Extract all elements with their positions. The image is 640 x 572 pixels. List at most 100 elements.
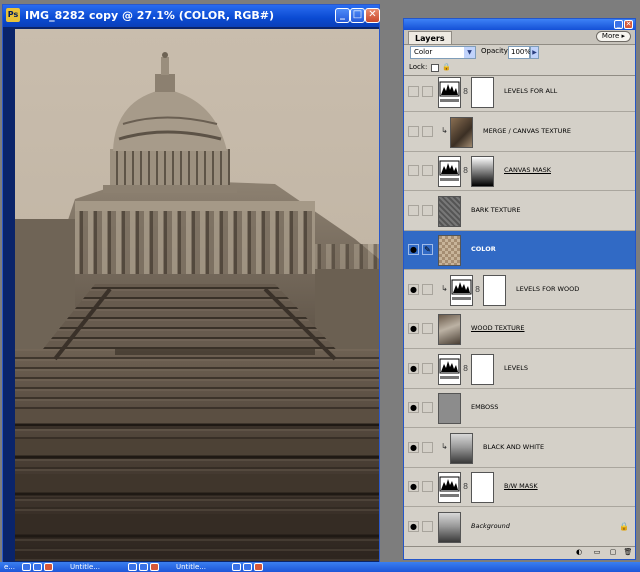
taskbar-item[interactable]: Untitle... — [172, 562, 210, 572]
layer-name[interactable]: LEVELS FOR WOOD — [516, 285, 579, 293]
eye-visibility-icon[interactable] — [408, 125, 419, 137]
taskbar-item[interactable]: Untitle... — [66, 562, 104, 572]
layer-name[interactable]: EMBOSS — [471, 403, 498, 411]
eye-visibility-icon[interactable]: ● — [408, 520, 419, 532]
layer-mask-thumbnail[interactable] — [471, 77, 494, 108]
link-cell[interactable] — [422, 125, 433, 137]
new-layer-icon[interactable]: ▢ — [608, 548, 618, 557]
layer-thumbnail[interactable] — [438, 393, 461, 424]
layer-name[interactable]: BARK TEXTURE — [471, 206, 521, 214]
maximize-button[interactable]: □ — [350, 8, 365, 23]
eye-visibility-icon[interactable]: ● — [408, 362, 419, 374]
link-cell[interactable] — [422, 402, 433, 413]
layer-row[interactable]: ● Background 🔒 — [404, 508, 635, 547]
chain-link-icon[interactable]: 8 — [463, 482, 468, 491]
taskbar-item[interactable]: e... — [0, 562, 19, 572]
link-cell[interactable] — [422, 323, 433, 334]
trash-icon[interactable]: 🗑 — [623, 548, 633, 557]
link-cell[interactable] — [422, 283, 433, 295]
levels-histogram-icon[interactable] — [450, 274, 473, 306]
levels-histogram-icon[interactable] — [438, 156, 461, 187]
taskbar-close-button[interactable] — [44, 563, 53, 571]
eye-visibility-icon[interactable]: ● — [408, 441, 419, 453]
taskbar-minimize-button[interactable] — [232, 563, 241, 571]
layer-name[interactable]: CANVAS MASK — [504, 166, 551, 174]
eye-visibility-icon[interactable]: ● — [408, 481, 419, 492]
layer-row[interactable]: 8 LEVELS FOR ALL — [404, 73, 635, 112]
adjustment-icon[interactable]: ◐ — [574, 548, 584, 557]
layer-name[interactable]: B/W MASK — [504, 482, 538, 490]
levels-histogram-icon[interactable] — [438, 472, 461, 503]
eye-visibility-icon[interactable]: ● — [408, 283, 419, 295]
layer-name[interactable]: BLACK AND WHITE — [483, 443, 544, 451]
layer-thumbnail[interactable] — [438, 195, 461, 227]
eye-visibility-icon[interactable]: ● — [408, 244, 419, 255]
layer-name[interactable]: WOOD TEXTURE — [471, 324, 525, 332]
layer-row[interactable]: ● ✎ COLOR — [404, 231, 635, 270]
layer-row[interactable]: ● WOOD TEXTURE — [404, 310, 635, 349]
eye-visibility-icon[interactable] — [408, 165, 419, 176]
palette-minimize-button[interactable]: _ — [614, 20, 623, 29]
layer-name[interactable]: MERGE / CANVAS TEXTURE — [483, 127, 571, 135]
eye-visibility-icon[interactable]: ● — [408, 323, 419, 334]
layer-thumbnail[interactable] — [450, 432, 473, 464]
eye-visibility-icon[interactable]: ● — [408, 402, 419, 413]
palette-titlebar[interactable]: _ ✕ — [404, 19, 635, 30]
layer-name[interactable]: LEVELS — [504, 364, 528, 372]
minimize-button[interactable]: _ — [335, 8, 350, 23]
link-cell[interactable] — [422, 165, 433, 176]
link-cell[interactable] — [422, 86, 433, 97]
eye-visibility-icon[interactable] — [408, 204, 419, 216]
layer-thumbnail[interactable] — [438, 235, 461, 266]
lock-transparency-checkbox[interactable] — [431, 64, 439, 72]
layer-mask-thumbnail[interactable] — [471, 156, 494, 187]
layer-mask-thumbnail[interactable] — [483, 274, 506, 306]
taskbar-restore-button[interactable] — [243, 563, 252, 571]
link-cell[interactable] — [422, 441, 433, 453]
layer-mask-thumbnail[interactable] — [471, 353, 494, 385]
link-cell[interactable] — [422, 481, 433, 492]
levels-histogram-icon[interactable] — [438, 77, 461, 108]
document-titlebar[interactable]: Ps IMG_8282 copy @ 27.1% (COLOR, RGB#) _… — [3, 5, 380, 27]
chain-link-icon[interactable]: 8 — [475, 285, 480, 294]
taskbar-restore-button[interactable] — [139, 563, 148, 571]
layer-row[interactable]: BARK TEXTURE — [404, 192, 635, 231]
levels-histogram-icon[interactable] — [438, 353, 461, 385]
taskbar-restore-button[interactable] — [33, 563, 42, 571]
opacity-slider-toggle[interactable]: ▶ — [530, 46, 539, 59]
layers-palette[interactable]: _ ✕ Layers More ▸ Color ▼ Opacity: 100% … — [403, 18, 636, 560]
layer-name[interactable]: LEVELS FOR ALL — [504, 87, 557, 95]
layer-thumbnail[interactable] — [450, 116, 473, 148]
layer-thumbnail[interactable] — [438, 511, 461, 543]
layer-name[interactable]: Background — [471, 522, 510, 530]
blend-mode-dropdown[interactable]: Color ▼ — [410, 46, 476, 59]
eye-visibility-icon[interactable] — [408, 86, 419, 97]
layer-row[interactable]: ● ↳ BLACK AND WHITE — [404, 429, 635, 468]
taskbar-close-button[interactable] — [254, 563, 263, 571]
layer-row[interactable]: ● 8 B/W MASK — [404, 468, 635, 507]
link-cell[interactable] — [422, 362, 433, 374]
more-button[interactable]: More ▸ — [595, 31, 631, 42]
chain-link-icon[interactable]: 8 — [463, 87, 468, 96]
layer-row[interactable]: 8 CANVAS MASK — [404, 152, 635, 191]
layer-mask-thumbnail[interactable] — [471, 472, 494, 503]
document-window[interactable]: Ps IMG_8282 copy @ 27.1% (COLOR, RGB#) _… — [2, 4, 380, 564]
close-button[interactable]: ✕ — [365, 8, 380, 23]
link-cell[interactable] — [422, 204, 433, 216]
opacity-input[interactable]: 100% — [508, 46, 531, 59]
folder-icon[interactable]: ▭ — [592, 548, 602, 557]
lock-all-icon[interactable]: 🔒 — [442, 63, 451, 71]
layer-row[interactable]: ● 8 LEVELS — [404, 350, 635, 389]
palette-close-button[interactable]: ✕ — [624, 20, 633, 29]
image-canvas[interactable] — [15, 29, 379, 561]
chain-link-icon[interactable]: 8 — [463, 166, 468, 175]
taskbar-minimize-button[interactable] — [22, 563, 31, 571]
layer-name[interactable]: COLOR — [471, 245, 496, 253]
layer-thumbnail[interactable] — [438, 314, 461, 345]
brush-icon[interactable]: ✎ — [422, 244, 433, 255]
chain-link-icon[interactable]: 8 — [463, 364, 468, 373]
link-cell[interactable] — [422, 520, 433, 532]
taskbar-minimize-button[interactable] — [128, 563, 137, 571]
layer-row[interactable]: ● ↳ 8 LEVELS FOR WOOD — [404, 271, 635, 310]
layer-row[interactable]: ↳ MERGE / CANVAS TEXTURE — [404, 113, 635, 152]
